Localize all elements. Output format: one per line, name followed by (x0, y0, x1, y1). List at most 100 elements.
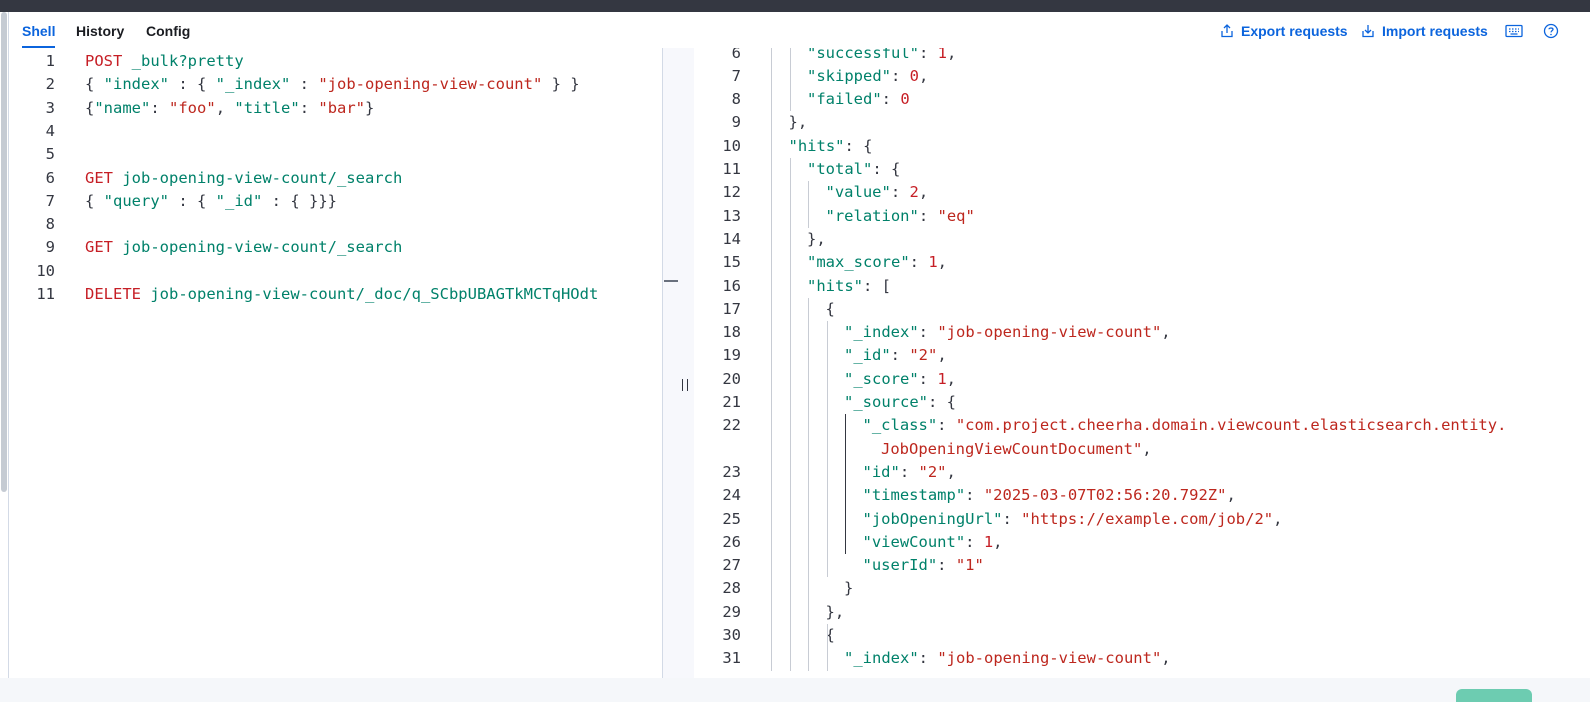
code-token-punc: , (937, 346, 947, 365)
code-line[interactable]: GET job-opening-view-count/_search (85, 236, 402, 259)
code-token-punc: }, (807, 229, 826, 248)
line-number: 11 (36, 285, 55, 303)
code-token-key: "_index" (844, 323, 919, 342)
code-token-str: JobOpeningViewCountDocument" (881, 439, 1143, 458)
bottom-action-tab[interactable] (1456, 689, 1532, 702)
code-token-str: "bar" (318, 98, 366, 117)
line-number: 20 (722, 369, 741, 388)
code-token-punc: { (85, 75, 104, 94)
code-token-key: "relation" (825, 206, 919, 225)
code-line[interactable]: { "query" : { "_id" : { }}} (85, 190, 337, 213)
line-number (694, 438, 741, 461)
code-token-num: 0 (909, 66, 920, 85)
tab-config[interactable]: Config (146, 12, 190, 48)
export-icon (1221, 24, 1233, 38)
code-token-key: "hits" (788, 136, 845, 155)
code-token-num: 1 (937, 48, 947, 62)
code-token-punc: , (1273, 509, 1283, 528)
response-line: }, (826, 601, 845, 624)
code-token-key: "_id" (215, 191, 263, 210)
line-number: 31 (722, 649, 741, 668)
line-number: 9 (45, 238, 55, 257)
response-output[interactable]: 6 "successful": 1, 7 "skipped": 0, 8 "failed"… (694, 48, 1590, 678)
help-button[interactable] (1541, 21, 1561, 41)
code-token-key: "jobOpeningUrl" (862, 509, 1003, 528)
code-token-punc: : (918, 369, 938, 388)
code-token-punc: : { (844, 136, 873, 155)
code-token-punc: , (1142, 439, 1152, 458)
line-number: 7 (45, 191, 55, 210)
code-line[interactable]: POST _bulk?pretty (85, 50, 244, 73)
line-number: 8 (731, 90, 741, 109)
code-token-key: "skipped" (807, 66, 891, 85)
code-line[interactable]: {"name": "foo", "title": "bar"} (85, 97, 374, 120)
tab-shell[interactable]: Shell (22, 12, 56, 48)
line-number: 10 (722, 136, 741, 155)
line-number: 10 (36, 261, 55, 280)
export-requests-button[interactable]: Export requests (1220, 22, 1348, 40)
code-token-punc: , (1161, 323, 1171, 342)
code-token-str: "2" (909, 346, 938, 365)
code-token-punc: } (844, 579, 854, 598)
response-line: JobOpeningViewCountDocument", (881, 438, 1152, 461)
code-token-str: "2025-03-07T02:56:20.792Z" (983, 486, 1227, 505)
line-number: 1 (45, 52, 55, 70)
code-token-key: "viewCount" (862, 532, 966, 551)
page-scrollbar[interactable] (0, 12, 9, 702)
pane-divider[interactable] (662, 48, 695, 678)
code-line[interactable]: DELETE job-opening-view-count/_doc/q_SCb… (85, 283, 598, 306)
code-line[interactable]: GET job-opening-view-count/_search (85, 167, 402, 190)
code-token-str: "eq" (937, 206, 975, 225)
code-token-key: "_source" (844, 393, 928, 411)
keyboard-shortcuts-button[interactable] (1504, 21, 1524, 41)
line-number: 6 (731, 48, 741, 62)
code-token-punc: , (918, 183, 929, 202)
code-token-key: "_score" (844, 369, 919, 388)
line-number: 23 (722, 462, 741, 481)
page-scrollbar-thumb[interactable] (1, 12, 7, 492)
code-token-key: "userId" (862, 556, 938, 575)
code-token-url: _bulk?pretty (131, 52, 244, 70)
import-requests-button[interactable]: Import requests (1361, 22, 1488, 40)
code-token-punc: , (1226, 486, 1236, 505)
indent-guide (789, 158, 791, 671)
resize-handle[interactable] (682, 379, 688, 391)
line-number: 28 (722, 579, 741, 598)
code-line[interactable]: { "index" : { "_index" : "job-opening-vi… (85, 73, 580, 96)
response-line: }, (789, 111, 808, 134)
console-tabs: Shell History Config Export requests Imp… (8, 12, 1590, 48)
tab-history[interactable]: History (76, 12, 124, 48)
response-line: } (844, 577, 853, 600)
line-number: 8 (45, 215, 55, 234)
code-token-str: "job-opening-view-count" (937, 323, 1162, 342)
request-editor[interactable]: 1 POST _bulk?pretty 2 { "index" : { "_index… (9, 48, 662, 678)
code-token-punc: : (937, 416, 956, 435)
response-line: "successful": 1, (807, 48, 956, 65)
line-number: 26 (722, 532, 741, 551)
indent-guide (808, 297, 809, 671)
response-line: "relation": "eq" (826, 205, 975, 228)
code-token-punc: : { (872, 160, 901, 178)
code-token-punc: : (890, 346, 910, 365)
code-token-url: job-opening-view-count/_search (122, 168, 403, 187)
response-line: "total": { (807, 158, 900, 181)
code-token-key: "timestamp" (862, 486, 966, 505)
code-token-key: "_index" (844, 649, 919, 668)
code-token-punc: , (947, 48, 957, 62)
line-number: 29 (722, 602, 741, 621)
code-token-str: "job-opening-view-count" (318, 75, 543, 94)
line-number: 30 (722, 626, 741, 644)
line-number: 5 (45, 145, 55, 164)
code-token-num: 1 (937, 369, 947, 388)
response-line: "userId": "1" (863, 554, 984, 577)
code-token-def (122, 52, 131, 70)
code-token-punc: : (965, 532, 984, 551)
indent-guide (826, 321, 828, 578)
code-token-punc: : (891, 66, 910, 85)
code-token-str: "https://example.com/job/2" (1021, 509, 1274, 528)
response-line: "hits": { (789, 135, 873, 158)
code-token-punc: { (85, 98, 95, 117)
code-token-key: "name" (94, 98, 151, 117)
response-line: "failed": 0 (807, 88, 910, 111)
indent-guide (789, 48, 791, 112)
